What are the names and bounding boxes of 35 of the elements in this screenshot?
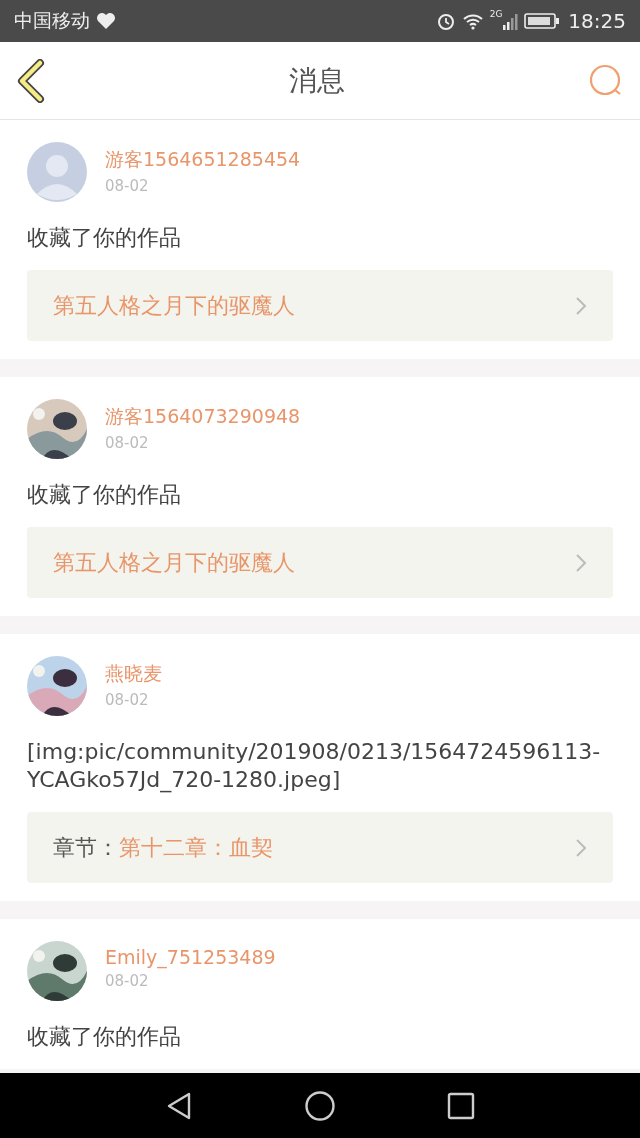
username[interactable]: 游客1564651285454: [105, 147, 301, 173]
work-title: 第五人格之月下的驱魔人: [53, 548, 295, 577]
message-date: 08-02: [105, 177, 150, 195]
work-link[interactable]: 章节：第十二章：血契: [27, 812, 613, 883]
chevron-icon: [575, 837, 587, 858]
recents-icon[interactable]: [446, 1091, 475, 1120]
message-date: 08-02: [105, 434, 150, 452]
chapter-label: 章节：: [53, 833, 119, 862]
chevron-icon: [575, 295, 587, 316]
username[interactable]: 燕晓麦: [105, 661, 162, 687]
network-type: 2G: [489, 9, 503, 19]
work-title: 第十二章：血契: [119, 833, 273, 862]
battery-icon: [524, 12, 561, 30]
heart-icon: [96, 12, 116, 30]
signal-icon: [502, 12, 519, 30]
avatar-icon: [27, 142, 87, 202]
message-text: 收藏了你的作品: [27, 224, 182, 252]
chevron-icon: [575, 552, 587, 573]
work-link[interactable]: 第五人格之月下的驱魔人: [27, 527, 613, 598]
message-date: 08-02: [105, 972, 150, 990]
message-text: [img:pic/community/201908/0213/1564724596113-YCAGko57Jd_720-1280.jpeg]: [27, 738, 602, 794]
back-button[interactable]: [16, 58, 46, 103]
clock: 18:25: [568, 9, 626, 33]
page-title: 消息: [289, 62, 345, 99]
message-text: 收藏了你的作品: [27, 481, 182, 509]
work-title: 第五人格之月下的驱魔人: [53, 291, 295, 320]
alarm-icon: [435, 11, 456, 31]
work-link[interactable]: 第五人格之月下的驱魔人: [27, 270, 613, 341]
message-date: 08-02: [105, 691, 150, 709]
username[interactable]: Emily_751253489: [105, 946, 276, 968]
carrier-name: 中国移动: [14, 8, 90, 33]
wifi-icon: [461, 12, 484, 30]
home-icon[interactable]: [304, 1089, 336, 1122]
username[interactable]: 游客1564073290948: [105, 404, 301, 430]
message-text: 收藏了你的作品: [27, 1023, 182, 1051]
